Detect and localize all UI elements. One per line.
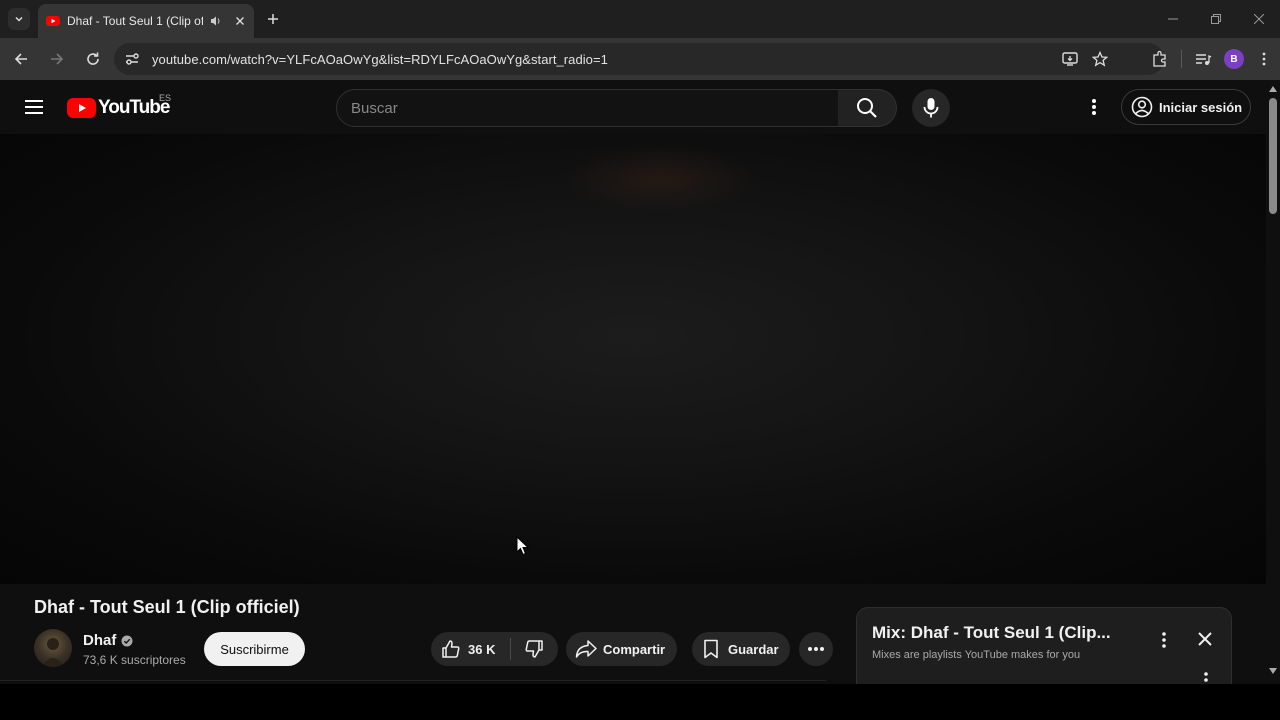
channel-avatar[interactable] — [34, 629, 72, 667]
arrow-left-icon — [14, 53, 27, 65]
toolbar-divider — [1181, 50, 1182, 68]
close-tab-icon[interactable] — [234, 15, 246, 27]
media-controls-icon[interactable] — [1194, 50, 1212, 68]
guide-menu-button[interactable] — [22, 95, 46, 119]
menu-line — [25, 106, 43, 108]
search-box — [336, 89, 839, 127]
account-icon — [1131, 96, 1153, 118]
new-tab-button[interactable] — [262, 8, 284, 30]
page-scrollbar[interactable] — [1266, 80, 1280, 684]
more-actions-button[interactable] — [799, 632, 833, 666]
thumbs-up-icon — [442, 640, 460, 658]
back-button[interactable] — [4, 42, 38, 76]
settings-more-button[interactable] — [1082, 95, 1106, 119]
like-dislike-group: 36 K — [431, 632, 558, 666]
like-count: 36 K — [468, 641, 496, 657]
like-button[interactable]: 36 K — [431, 632, 510, 666]
tab-search-button[interactable] — [8, 8, 30, 30]
speaker-icon[interactable] — [210, 15, 222, 27]
browser-menu-icon[interactable] — [1256, 51, 1272, 67]
window-controls — [1151, 0, 1280, 38]
search-icon — [857, 98, 877, 118]
save-button[interactable]: Guardar — [692, 632, 790, 666]
signin-label: Iniciar sesión — [1159, 99, 1243, 115]
chevron-down-icon — [15, 16, 23, 22]
mix-more-icon[interactable] — [1161, 631, 1167, 649]
channel-name[interactable]: Dhaf — [83, 632, 133, 649]
menu-line — [25, 100, 43, 102]
browser-tab-bar: Dhaf - Tout Seul 1 (Clip officiel) — [0, 0, 1280, 38]
close-icon — [1253, 14, 1264, 24]
toolbar-actions: B — [1151, 38, 1272, 80]
microphone-icon — [923, 98, 939, 118]
close-window-button[interactable] — [1237, 0, 1280, 38]
scrollbar-thumb[interactable] — [1269, 98, 1277, 214]
channel-name-text: Dhaf — [83, 632, 117, 649]
tab-title: Dhaf - Tout Seul 1 (Clip officiel) — [67, 14, 203, 28]
browser-toolbar: youtube.com/watch?v=YLFcAOaOwYg&list=RDY… — [0, 38, 1280, 80]
reload-button[interactable] — [76, 42, 110, 76]
dislike-button[interactable] — [511, 632, 557, 666]
restore-button[interactable] — [1194, 0, 1237, 38]
share-label: Compartir — [603, 641, 666, 657]
scroll-down-icon[interactable] — [1269, 668, 1277, 674]
share-icon — [575, 640, 597, 658]
minimize-button[interactable] — [1151, 0, 1194, 38]
mix-title[interactable]: Mix: Dhaf - Tout Seul 1 (Clip... — [872, 623, 1111, 643]
video-title: Dhaf - Tout Seul 1 (Clip officiel) — [34, 597, 300, 617]
more-horizontal-icon — [808, 647, 824, 651]
restore-icon — [1210, 14, 1221, 24]
voice-search-button[interactable] — [912, 89, 950, 127]
video-frame-glow — [560, 144, 760, 214]
video-player[interactable] — [0, 134, 1266, 584]
country-code: ES — [159, 93, 172, 103]
youtube-play-icon — [67, 98, 96, 118]
subscribe-button[interactable]: Suscribirme — [204, 632, 305, 666]
reload-icon — [87, 52, 99, 65]
youtube-logo[interactable]: YouTube ES — [67, 93, 171, 119]
menu-line — [25, 112, 43, 114]
plus-icon — [268, 14, 278, 24]
item-more-icon[interactable] — [1203, 671, 1209, 685]
taskbar-strip — [0, 684, 1280, 720]
search-button[interactable] — [838, 89, 897, 127]
arrow-right-icon — [51, 53, 64, 65]
browser-tab[interactable]: Dhaf - Tout Seul 1 (Clip officiel) — [38, 4, 254, 38]
scroll-up-icon[interactable] — [1269, 86, 1277, 92]
close-icon[interactable] — [1197, 631, 1213, 647]
verified-icon — [121, 635, 133, 646]
save-label: Guardar — [728, 641, 779, 657]
bookmark-star-icon[interactable] — [1092, 51, 1108, 67]
youtube-favicon-icon — [46, 16, 60, 26]
extensions-icon[interactable] — [1151, 50, 1169, 68]
omnibox-actions — [1062, 43, 1108, 75]
address-bar[interactable]: youtube.com/watch?v=YLFcAOaOwYg&list=RDY… — [114, 43, 1164, 75]
site-settings-icon[interactable] — [124, 51, 140, 67]
youtube-header: YouTube ES Iniciar sesión — [0, 80, 1266, 134]
content-divider — [0, 680, 826, 681]
mouse-cursor-icon — [516, 536, 530, 556]
subscriber-count: 73,6 K suscriptores — [83, 653, 186, 667]
url-text: youtube.com/watch?v=YLFcAOaOwYg&list=RDY… — [152, 51, 608, 67]
mix-subtitle: Mixes are playlists YouTube makes for yo… — [872, 649, 1081, 661]
share-button[interactable]: Compartir — [566, 632, 677, 666]
thumbs-down-icon — [525, 640, 543, 658]
minimize-icon — [1167, 18, 1178, 20]
mix-playlist-panel: Mix: Dhaf - Tout Seul 1 (Clip... Mixes a… — [856, 607, 1232, 684]
bookmark-icon — [704, 639, 718, 659]
signin-button[interactable]: Iniciar sesión — [1121, 89, 1251, 125]
forward-button[interactable] — [40, 42, 74, 76]
profile-avatar[interactable]: B — [1224, 49, 1244, 69]
more-vertical-icon — [1092, 99, 1096, 115]
search-input[interactable] — [351, 99, 838, 117]
install-app-icon[interactable] — [1062, 51, 1078, 67]
